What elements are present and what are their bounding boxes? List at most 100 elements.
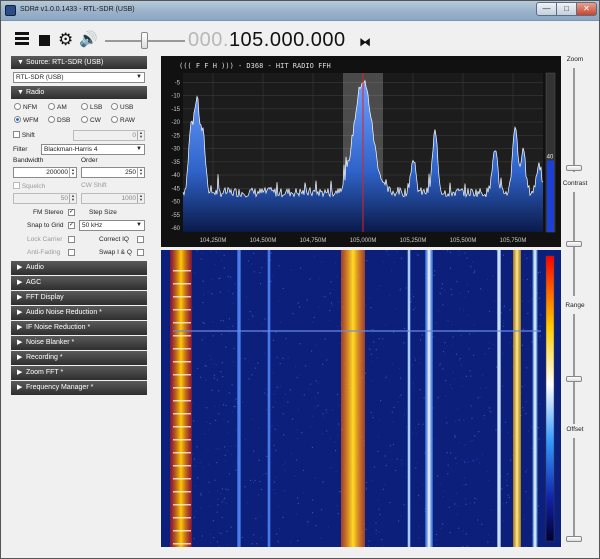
frequency-digits[interactable]: 105.000.000 — [229, 29, 346, 51]
waterfall-noise — [419, 357, 421, 359]
waterfall-noise — [469, 333, 471, 335]
bandwidth-input[interactable]: 200000 ▲ ▼ — [13, 167, 77, 178]
mode-dsb[interactable]: DSB — [48, 116, 70, 124]
waterfall-noise — [483, 417, 485, 419]
section-fft-display[interactable]: ▶ FFT Display — [11, 291, 147, 305]
section-recording[interactable]: ▶ Recording * — [11, 351, 147, 365]
waterfall-noise — [241, 333, 243, 335]
waterfall-noise — [300, 267, 302, 269]
source-section-header[interactable]: ▼ Source: RTL-SDR (USB) — [11, 56, 147, 69]
waterfall-noise — [531, 298, 533, 300]
waterfall-artifact — [173, 465, 191, 467]
frequency-leading-digits[interactable]: 000. — [188, 29, 229, 51]
volume-slider-thumb[interactable] — [141, 32, 148, 49]
step-size-select[interactable]: 50 kHz ▼ — [79, 220, 145, 231]
mode-am[interactable]: AM — [48, 103, 67, 111]
waterfall-noise — [329, 310, 331, 312]
waterfall-noise — [418, 423, 420, 425]
offset-slider-thumb[interactable] — [566, 536, 582, 542]
waterfall-noise — [279, 300, 281, 302]
minimize-button[interactable]: — — [536, 2, 557, 16]
mode-wfm[interactable]: WFM — [14, 116, 39, 124]
waterfall-noise — [314, 397, 316, 399]
waterfall-noise — [207, 291, 209, 293]
waterfall-noise — [320, 509, 323, 511]
source-device-select[interactable]: RTL-SDR (USB) ▼ — [13, 72, 145, 83]
waterfall-noise — [377, 450, 379, 452]
menu-icon[interactable] — [15, 32, 29, 47]
fm-stereo-checkbox[interactable]: ✓ — [68, 209, 75, 216]
offset-track[interactable] — [573, 438, 575, 542]
mode-cw[interactable]: CW — [81, 116, 101, 124]
filter-select[interactable]: Blackman-Harris 4 ▼ — [41, 144, 145, 155]
waterfall-noise — [480, 288, 482, 290]
cw-shift-input[interactable]: 1000 ▲ ▼ — [81, 193, 145, 204]
stop-icon[interactable] — [39, 35, 50, 46]
section-noise-blanker[interactable]: ▶ Noise Blanker * — [11, 336, 147, 350]
mode-raw[interactable]: RAW — [111, 116, 135, 124]
waterfall-noise — [225, 346, 227, 348]
anti-fading-checkbox[interactable] — [68, 249, 75, 256]
mode-nfm[interactable]: NFM — [14, 103, 37, 111]
waterfall-noise — [206, 407, 208, 409]
section-zoom-fft[interactable]: ▶ Zoom FFT * — [11, 366, 147, 380]
spectrum-plot[interactable]: ((( F F H ))) - D368 - HIT RADIO FFH -5 -1… — [161, 56, 561, 247]
tune-center-icon[interactable]: ⧓ — [359, 35, 371, 49]
waterfall-noise — [473, 502, 475, 504]
waterfall-artifact — [173, 309, 191, 311]
waterfall-noise — [378, 531, 380, 533]
waterfall-noise — [261, 323, 263, 325]
mode-usb[interactable]: USB — [111, 103, 133, 111]
waterfall-noise — [449, 384, 452, 386]
y-tick-label: -20 — [171, 120, 180, 126]
waterfall-plot[interactable] — [161, 250, 561, 547]
frequency-display[interactable]: 000.105.000.000 — [188, 29, 346, 52]
waterfall-noise — [492, 275, 494, 277]
mode-lsb[interactable]: LSB — [81, 103, 102, 111]
radio-section-header[interactable]: ▼ Radio — [11, 86, 147, 99]
zoom-track[interactable] — [573, 68, 575, 172]
order-input[interactable]: 250 ▲ ▼ — [81, 167, 145, 178]
section-audio-noise-reduction[interactable]: ▶ Audio Noise Reduction * — [11, 306, 147, 320]
waterfall-noise — [367, 545, 369, 547]
correct-iq-checkbox[interactable] — [137, 236, 144, 243]
close-button[interactable]: ✕ — [576, 2, 597, 16]
shift-input[interactable]: 0 ▲ ▼ — [73, 130, 145, 141]
section-audio[interactable]: ▶ Audio — [11, 261, 147, 275]
shift-checkbox[interactable]: Shift — [13, 131, 35, 139]
x-tick-label: 104,500M — [250, 238, 277, 244]
gear-icon[interactable]: ⚙ — [58, 31, 73, 48]
section-frequency-manager[interactable]: ▶ Frequency Manager * — [11, 381, 147, 395]
waterfall-noise — [210, 279, 213, 281]
squelch-checkbox[interactable]: Squelch — [13, 182, 45, 190]
waterfall-noise — [200, 493, 202, 495]
squelch-input[interactable]: 50 ▲ ▼ — [13, 193, 77, 204]
waterfall-display[interactable] — [161, 250, 561, 547]
swap-iq-checkbox[interactable] — [137, 249, 144, 256]
waterfall-noise — [470, 405, 472, 407]
section-agc[interactable]: ▶ AGC — [11, 276, 147, 290]
waterfall-noise — [273, 444, 275, 446]
waterfall-noise — [193, 538, 195, 540]
waterfall-noise — [445, 416, 447, 419]
waterfall-noise — [540, 314, 542, 316]
section-label: IF Noise Reduction * — [26, 324, 91, 331]
waterfall-noise — [220, 319, 222, 321]
section-if-noise-reduction[interactable]: ▶ IF Noise Reduction * — [11, 321, 147, 335]
lock-carrier-checkbox[interactable] — [68, 236, 75, 243]
title-bar[interactable]: SDR# v1.0.0.1433 - RTL-SDR (USB) — □ ✕ — [1, 1, 599, 21]
waterfall-noise — [279, 321, 282, 323]
waterfall-noise — [522, 407, 524, 409]
contrast-slider-thumb[interactable] — [566, 241, 582, 247]
snap-to-grid-checkbox[interactable]: ✓ — [68, 222, 75, 229]
range-slider-thumb[interactable] — [566, 376, 582, 382]
y-tick-label: -40 — [171, 173, 180, 179]
spectrum-analyzer[interactable]: ((( F F H ))) - D368 - HIT RADIO FFH -5 -1… — [161, 56, 561, 247]
maximize-button[interactable]: □ — [556, 2, 577, 16]
range-track[interactable] — [573, 314, 575, 424]
speaker-icon[interactable]: 🔊 — [79, 32, 98, 48]
waterfall-noise — [403, 414, 405, 416]
zoom-slider-thumb[interactable] — [566, 165, 582, 171]
waterfall-noise — [251, 418, 253, 420]
y-tick-label: -50 — [171, 200, 180, 206]
